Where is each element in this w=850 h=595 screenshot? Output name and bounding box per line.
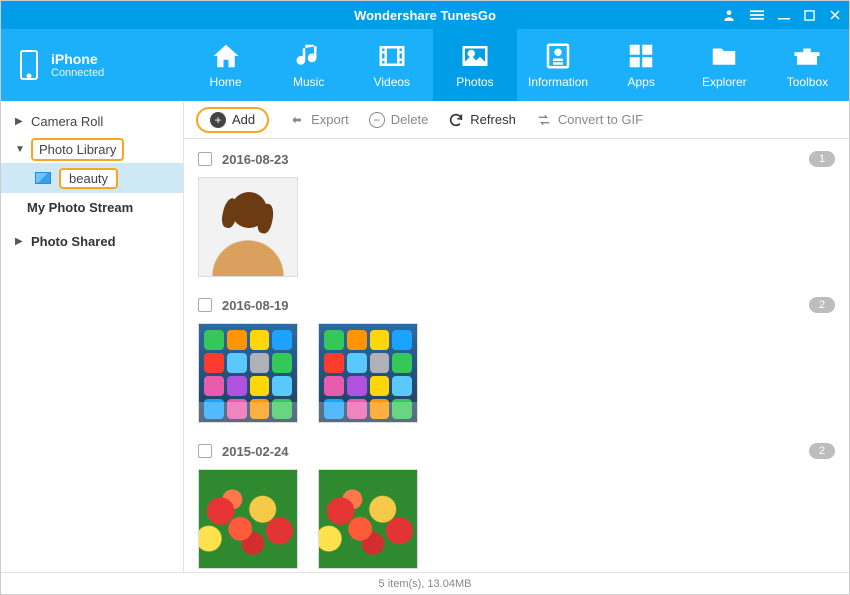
sidebar-item-label: My Photo Stream xyxy=(27,200,133,215)
group-count: 2 xyxy=(809,297,835,313)
sidebar-item-photo-shared[interactable]: ▶ Photo Shared xyxy=(1,227,183,255)
device-status: Connected xyxy=(51,67,104,79)
sidebar-item-camera-roll[interactable]: ▶ Camera Roll xyxy=(1,107,183,135)
app-title: Wondershare TunesGo xyxy=(354,8,496,23)
window-controls xyxy=(722,1,841,29)
device-name: iPhone xyxy=(51,51,104,67)
sidebar-item-label: Camera Roll xyxy=(31,114,103,129)
tab-videos[interactable]: Videos xyxy=(350,29,433,101)
add-button[interactable]: + Add xyxy=(196,107,269,133)
thumb-row xyxy=(198,319,835,437)
export-icon xyxy=(289,112,305,128)
group-checkbox[interactable] xyxy=(198,152,212,166)
sidebar: ▶ Camera Roll ▼ Photo Library beauty My … xyxy=(1,101,184,572)
status-text: 5 item(s), 13.04MB xyxy=(379,578,472,590)
photo-thumb[interactable] xyxy=(318,323,418,423)
toolbox-icon xyxy=(792,41,822,71)
chevron-right-icon: ▶ xyxy=(15,236,25,247)
apps-icon xyxy=(626,41,656,71)
sidebar-item-photo-library[interactable]: ▼ Photo Library xyxy=(1,135,183,163)
header: iPhone Connected Home Music Videos Photo… xyxy=(1,29,849,101)
chevron-down-icon: ▼ xyxy=(15,144,25,155)
refresh-icon xyxy=(448,112,464,128)
plus-icon: + xyxy=(210,112,226,128)
tab-music[interactable]: Music xyxy=(267,29,350,101)
chevron-right-icon: ▶ xyxy=(15,116,25,127)
tab-toolbox[interactable]: Toolbox xyxy=(766,29,849,101)
title-bar: Wondershare TunesGo xyxy=(1,1,849,29)
explorer-icon xyxy=(709,41,739,71)
sidebar-item-my-photo-stream[interactable]: My Photo Stream xyxy=(1,193,183,221)
group-count: 2 xyxy=(809,443,835,459)
minimize-icon[interactable] xyxy=(778,9,790,21)
home-icon xyxy=(211,41,241,71)
main-tabs: Home Music Videos Photos Information App… xyxy=(184,29,849,101)
photo-content: 2016-08-23 1 2016-08-19 2 2015-02-24 2 xyxy=(184,139,849,572)
videos-icon xyxy=(377,41,407,71)
group-header: 2016-08-19 2 xyxy=(198,291,835,319)
tab-home[interactable]: Home xyxy=(184,29,267,101)
thumb-row xyxy=(198,465,835,572)
device-box[interactable]: iPhone Connected xyxy=(1,29,184,101)
tab-information[interactable]: Information xyxy=(517,29,600,101)
refresh-button[interactable]: Refresh xyxy=(448,112,516,128)
delete-button[interactable]: − Delete xyxy=(369,112,429,128)
group-date: 2016-08-23 xyxy=(222,152,289,167)
group-date: 2015-02-24 xyxy=(222,444,289,459)
menu-icon[interactable] xyxy=(750,8,764,22)
convert-gif-button[interactable]: Convert to GIF xyxy=(536,112,643,128)
minus-icon: − xyxy=(369,112,385,128)
convert-icon xyxy=(536,112,552,128)
user-icon[interactable] xyxy=(722,8,736,22)
music-icon xyxy=(294,41,324,71)
sidebar-item-label: Photo Library xyxy=(31,138,124,161)
photo-thumb[interactable] xyxy=(198,177,298,277)
group-header: 2015-02-24 2 xyxy=(198,437,835,465)
thumb-row xyxy=(198,173,835,291)
group-count: 1 xyxy=(809,151,835,167)
photo-thumb[interactable] xyxy=(318,469,418,569)
group-header: 2016-08-23 1 xyxy=(198,145,835,173)
status-bar: 5 item(s), 13.04MB xyxy=(1,572,849,594)
information-icon xyxy=(543,41,573,71)
close-icon[interactable] xyxy=(829,9,841,21)
tab-apps[interactable]: Apps xyxy=(600,29,683,101)
export-button[interactable]: Export xyxy=(289,112,349,128)
main: + Add Export − Delete Refresh Convert to… xyxy=(184,101,849,572)
group-checkbox[interactable] xyxy=(198,298,212,312)
sidebar-item-label: beauty xyxy=(59,168,118,189)
photo-thumb[interactable] xyxy=(198,323,298,423)
group-date: 2016-08-19 xyxy=(222,298,289,313)
sidebar-item-label: Photo Shared xyxy=(31,234,116,249)
group-checkbox[interactable] xyxy=(198,444,212,458)
tab-explorer[interactable]: Explorer xyxy=(683,29,766,101)
toolbar: + Add Export − Delete Refresh Convert to… xyxy=(184,101,849,139)
phone-icon xyxy=(19,49,39,81)
tab-photos[interactable]: Photos xyxy=(433,29,516,101)
maximize-icon[interactable] xyxy=(804,10,815,21)
photo-thumb[interactable] xyxy=(198,469,298,569)
photos-icon xyxy=(460,41,490,71)
album-icon xyxy=(35,172,51,184)
sidebar-item-beauty[interactable]: beauty xyxy=(1,163,183,193)
